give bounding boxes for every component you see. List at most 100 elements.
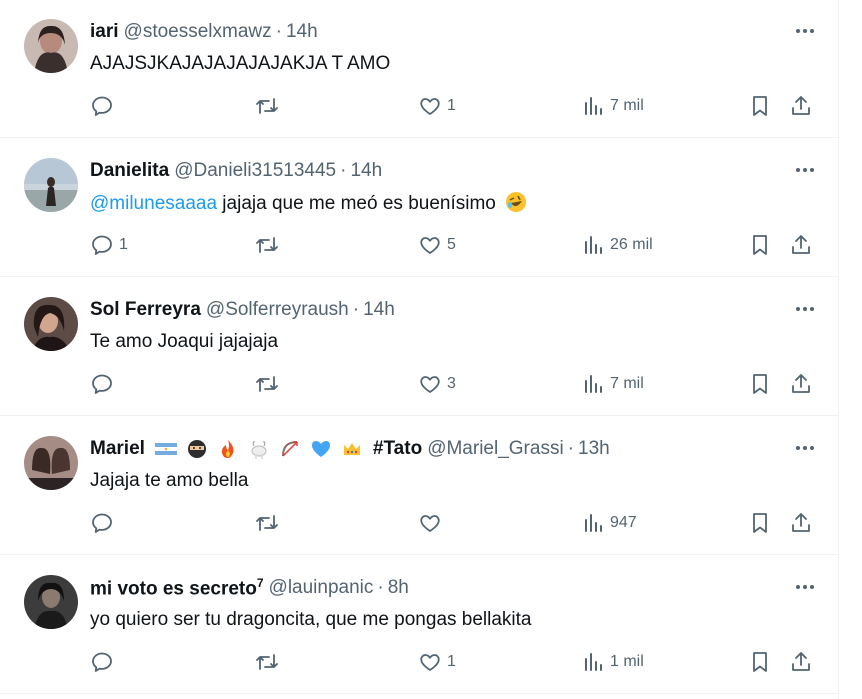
reply-icon bbox=[92, 374, 112, 394]
more-icon[interactable] bbox=[794, 439, 816, 457]
user-handle[interactable]: @lauinpanic bbox=[269, 577, 374, 599]
reply-button[interactable] bbox=[90, 649, 119, 675]
retweet-button[interactable] bbox=[254, 371, 285, 397]
share-icon bbox=[792, 96, 810, 115]
separator-dot: · bbox=[275, 21, 282, 42]
rolling-laughing-emoji-icon bbox=[505, 191, 527, 220]
bookmark-icon bbox=[753, 235, 767, 255]
views-count: 26 mil bbox=[610, 236, 653, 253]
display-name[interactable]: Mariel bbox=[90, 438, 145, 460]
more-icon[interactable] bbox=[794, 300, 816, 318]
tweet-actions: 947 bbox=[0, 510, 838, 536]
tweet-actions: 1 5 26 mil bbox=[0, 232, 838, 258]
bookmark-button[interactable] bbox=[749, 93, 771, 119]
share-icon bbox=[792, 513, 810, 532]
share-button[interactable] bbox=[789, 93, 813, 119]
share-button[interactable] bbox=[789, 232, 813, 258]
more-icon[interactable] bbox=[794, 161, 816, 179]
bookmark-button[interactable] bbox=[749, 649, 771, 675]
views-button[interactable]: 7 mil bbox=[583, 371, 644, 397]
bookmark-button[interactable] bbox=[749, 510, 771, 536]
tweet[interactable]: Danielita @Danieli31513445 · 14h @milune… bbox=[0, 139, 838, 277]
more-icon[interactable] bbox=[794, 22, 816, 40]
reply-icon bbox=[92, 652, 112, 672]
timestamp[interactable]: 14h bbox=[363, 299, 395, 321]
retweet-button[interactable] bbox=[254, 649, 285, 675]
like-icon bbox=[420, 98, 440, 115]
separator-dot: · bbox=[352, 299, 360, 320]
tweet-header: Danielita @Danieli31513445 · 14h bbox=[90, 158, 382, 184]
retweet-button[interactable] bbox=[254, 232, 285, 258]
more-icon[interactable] bbox=[794, 578, 816, 596]
bookmark-button[interactable] bbox=[749, 371, 771, 397]
tweet-header: iari @stoesselxmawz · 14h bbox=[90, 19, 318, 45]
reply-timeline: iari @stoesselxmawz · 14h AJAJSJKAJAJAJA… bbox=[0, 0, 839, 699]
user-handle[interactable]: @Solferreyraush bbox=[206, 299, 349, 321]
display-name[interactable]: Sol Ferreyra bbox=[90, 299, 201, 321]
views-button[interactable]: 26 mil bbox=[583, 232, 653, 258]
tweet[interactable]: mi voto es secreto7 @lauinpanic · 8h yo … bbox=[0, 556, 838, 694]
avatar[interactable] bbox=[24, 436, 78, 490]
share-button[interactable] bbox=[789, 510, 813, 536]
retweet-icon bbox=[256, 654, 278, 670]
views-button[interactable]: 947 bbox=[583, 510, 637, 536]
name-hashtag: #Tato bbox=[372, 438, 423, 459]
views-button[interactable]: 7 mil bbox=[583, 93, 644, 119]
blue-heart-icon bbox=[311, 441, 330, 457]
user-handle[interactable]: @stoesselxmawz bbox=[124, 21, 272, 43]
reply-button[interactable] bbox=[90, 510, 119, 536]
avatar[interactable] bbox=[24, 575, 78, 629]
views-icon bbox=[585, 375, 602, 393]
avatar[interactable] bbox=[24, 19, 78, 73]
tweet[interactable]: Mariel #Tato @Mariel_Grassi · 13h Jajaja… bbox=[0, 417, 838, 555]
views-button[interactable]: 1 mil bbox=[583, 649, 644, 675]
timestamp[interactable]: 8h bbox=[388, 577, 409, 599]
tweet[interactable]: Sol Ferreyra @Solferreyraush · 14h Te am… bbox=[0, 278, 838, 416]
like-count: 5 bbox=[447, 236, 456, 253]
bookmark-button[interactable] bbox=[749, 232, 771, 258]
crown-icon bbox=[343, 443, 360, 455]
tweet-actions: 3 7 mil bbox=[0, 371, 838, 397]
share-icon bbox=[792, 235, 810, 254]
tweet-text: Jajaja te amo bella bbox=[90, 470, 249, 491]
user-handle[interactable]: @Danieli31513445 bbox=[174, 160, 336, 182]
display-name[interactable]: iari bbox=[90, 21, 119, 43]
like-icon bbox=[420, 515, 440, 532]
like-button[interactable]: 3 bbox=[418, 371, 456, 397]
reply-button[interactable] bbox=[90, 371, 119, 397]
retweet-button[interactable] bbox=[254, 510, 285, 536]
like-button[interactable] bbox=[418, 510, 447, 536]
like-button[interactable]: 5 bbox=[418, 232, 456, 258]
timestamp[interactable]: 14h bbox=[286, 21, 318, 43]
share-icon bbox=[792, 652, 810, 671]
ninja-icon bbox=[187, 440, 206, 458]
goat-icon bbox=[251, 441, 267, 459]
like-count: 1 bbox=[447, 653, 456, 670]
avatar[interactable] bbox=[24, 297, 78, 351]
tweet[interactable]: iari @stoesselxmawz · 14h AJAJSJKAJAJAJA… bbox=[0, 0, 838, 138]
display-name[interactable]: mi voto es secreto7 bbox=[90, 576, 264, 600]
display-name-text: mi voto es secreto bbox=[90, 578, 257, 600]
timestamp[interactable]: 14h bbox=[350, 160, 382, 182]
views-count: 7 mil bbox=[610, 97, 644, 114]
like-button[interactable]: 1 bbox=[418, 649, 456, 675]
tweet-header: Mariel #Tato @Mariel_Grassi · 13h bbox=[90, 436, 610, 462]
like-count: 1 bbox=[447, 97, 456, 114]
avatar[interactable] bbox=[24, 158, 78, 212]
views-icon bbox=[585, 514, 602, 532]
tweet-header: Sol Ferreyra @Solferreyraush · 14h bbox=[90, 297, 395, 323]
user-handle[interactable]: @Mariel_Grassi bbox=[427, 438, 563, 460]
retweet-button[interactable] bbox=[254, 93, 285, 119]
share-button[interactable] bbox=[789, 371, 813, 397]
separator-dot: · bbox=[567, 438, 574, 459]
display-name[interactable]: Danielita bbox=[90, 160, 169, 182]
separator-dot: · bbox=[377, 577, 384, 598]
share-button[interactable] bbox=[789, 649, 813, 675]
reply-button[interactable]: 1 bbox=[90, 232, 128, 258]
timestamp[interactable]: 13h bbox=[578, 438, 610, 460]
name-emojis bbox=[154, 438, 363, 460]
reply-button[interactable] bbox=[90, 93, 119, 119]
mention-link[interactable]: @milunesaaaa bbox=[90, 193, 217, 214]
like-button[interactable]: 1 bbox=[418, 93, 456, 119]
views-count: 7 mil bbox=[610, 375, 644, 392]
